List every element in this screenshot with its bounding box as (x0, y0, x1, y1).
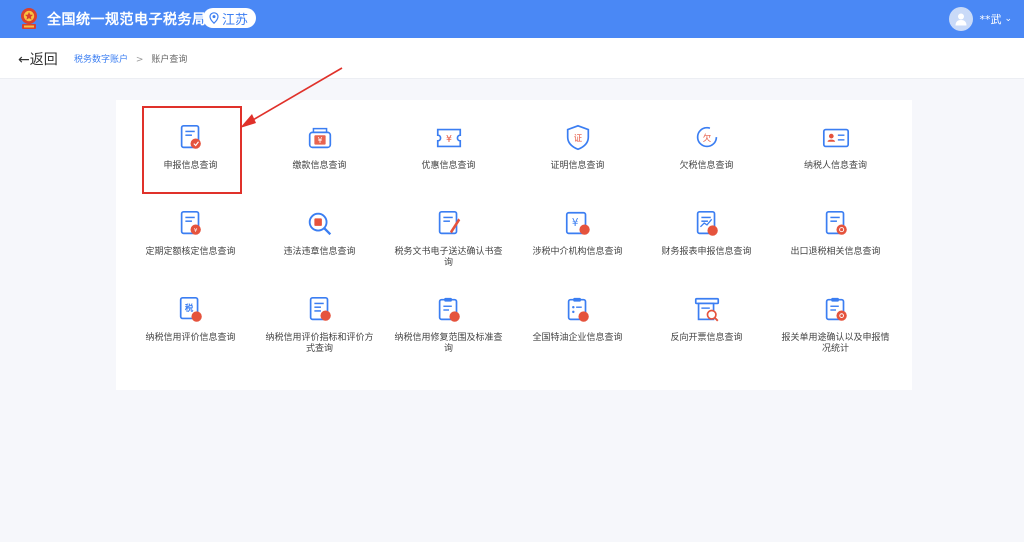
query-tile-label: 缴款信息查询 (292, 161, 347, 171)
chevron-down-icon[interactable]: ⌄ (1004, 14, 1012, 24)
user-icon (955, 13, 967, 26)
query-tile-label: 定期定额核定信息查询 (145, 247, 236, 257)
export-refund-icon (825, 210, 847, 235)
query-tile[interactable]: 税务文书电子送达确认书查询 (384, 198, 513, 284)
credit-repair-icon (438, 297, 460, 322)
query-tile[interactable]: 纳税人信息查询 (771, 112, 900, 198)
query-tile-label: 优惠信息查询 (421, 161, 476, 171)
svg-text:¥: ¥ (446, 134, 452, 145)
breadcrumb-link-digital-account[interactable]: 税务数字账户 (74, 55, 128, 65)
query-tile-label: 纳税信用评价信息查询 (145, 333, 236, 343)
query-tile[interactable]: ¥ 定期定额核定信息查询 (126, 198, 255, 284)
query-tile[interactable]: 反向开票信息查询 (642, 284, 771, 370)
query-tile-grid: 申报信息查询 ¥ 缴款信息查询 ¥ 优惠信息查询 证证明信息查询 欠欠税信息查询 纳… (126, 106, 902, 370)
financial-report-icon (696, 210, 718, 236)
query-tile[interactable]: 证证明信息查询 (513, 112, 642, 198)
credit-index-icon (309, 296, 331, 321)
breadcrumb-bar: ←返回 税务数字账户 > 账户查询 (0, 38, 1024, 79)
query-tile[interactable]: 违法违章信息查询 (255, 198, 384, 284)
svg-text:欠: 欠 (702, 133, 711, 143)
credit-rating-icon: 税 (179, 296, 202, 322)
query-panel: 申报信息查询 ¥ 缴款信息查询 ¥ 优惠信息查询 证证明信息查询 欠欠税信息查询 纳… (116, 100, 912, 390)
query-tile-label: 财务报表申报信息查询 (661, 247, 752, 257)
oil-enterprise-icon (567, 297, 589, 322)
site-title: 全国统一规范电子税务局 (47, 12, 207, 28)
payment-icon: ¥ (308, 127, 331, 149)
query-tile-label: 全国特油企业信息查询 (532, 333, 623, 343)
location-pin-icon (209, 12, 219, 24)
customs-declaration-icon (825, 297, 847, 321)
breadcrumb-current: 账户查询 (151, 55, 188, 65)
query-tile-label: 报关单用途确认以及申报情况统计 (781, 333, 890, 354)
arrears-icon: 欠 (696, 126, 717, 148)
query-tile-label: 违法违章信息查询 (283, 247, 356, 257)
query-tile[interactable]: 全国特油企业信息查询 (513, 284, 642, 370)
query-tile[interactable]: ¥ 涉税中介机构信息查询 (513, 198, 642, 284)
document-edit-icon (438, 210, 460, 235)
query-tile-label: 税务文书电子送达确认书查询 (394, 247, 503, 268)
back-button[interactable]: ←返回 (18, 49, 58, 69)
query-tile[interactable]: 报关单用途确认以及申报情况统计 (771, 284, 900, 370)
query-tile[interactable]: 纳税信用评价指标和评价方式查询 (255, 284, 384, 370)
avatar[interactable] (949, 7, 974, 31)
taxpayer-card-icon (822, 128, 849, 148)
query-tile[interactable]: 出口退税相关信息查询 (771, 198, 900, 284)
query-tile-label: 欠税信息查询 (679, 161, 734, 171)
query-tile-label: 申报信息查询 (163, 161, 218, 171)
violation-search-icon (308, 212, 331, 236)
region-label: 江苏 (222, 12, 249, 28)
query-tile-label: 纳税信用修复范围及标准查询 (394, 333, 503, 354)
query-tile-label: 出口退税相关信息查询 (790, 247, 881, 257)
query-tile-label: 纳税人信息查询 (803, 161, 867, 171)
query-tile[interactable]: 欠欠税信息查询 (642, 112, 771, 198)
tax-emblem-icon (21, 8, 37, 29)
svg-text:证: 证 (573, 133, 582, 143)
query-tile-label: 涉税中介机构信息查询 (532, 247, 623, 257)
svg-text:¥: ¥ (193, 228, 197, 234)
svg-text:税: 税 (184, 303, 193, 313)
declaration-icon (180, 124, 201, 149)
discount-icon: ¥ (436, 128, 461, 148)
query-tile[interactable]: 财务报表申报信息查询 (642, 198, 771, 284)
user-menu[interactable]: **武 ⌄ (949, 7, 1012, 31)
agency-icon: ¥ (565, 211, 590, 235)
query-tile[interactable]: ¥ 缴款信息查询 (255, 112, 384, 198)
query-tile-label: 纳税信用评价指标和评价方式查询 (265, 333, 374, 354)
breadcrumb: 税务数字账户 > 账户查询 (74, 52, 187, 65)
query-tile[interactable]: 纳税信用修复范围及标准查询 (384, 284, 513, 370)
svg-text:¥: ¥ (571, 217, 578, 229)
breadcrumb-separator: > (135, 55, 144, 65)
region-selector[interactable]: 江苏 (203, 8, 257, 28)
top-header: 全国统一规范电子税务局 江苏 **武 ⌄ (0, 0, 1024, 38)
query-tile[interactable]: ¥ 优惠信息查询 (384, 112, 513, 198)
query-tile-label: 反向开票信息查询 (670, 333, 743, 343)
query-tile-label: 证明信息查询 (550, 161, 605, 171)
query-tile[interactable]: 申报信息查询 (126, 106, 255, 198)
reverse-invoice-icon (694, 297, 719, 322)
svg-text:¥: ¥ (317, 136, 322, 145)
query-tile[interactable]: 税纳税信用评价信息查询 (126, 284, 255, 370)
username: **武 (979, 13, 1002, 26)
certificate-icon: 证 (566, 124, 589, 151)
fixed-quota-icon: ¥ (180, 210, 201, 235)
